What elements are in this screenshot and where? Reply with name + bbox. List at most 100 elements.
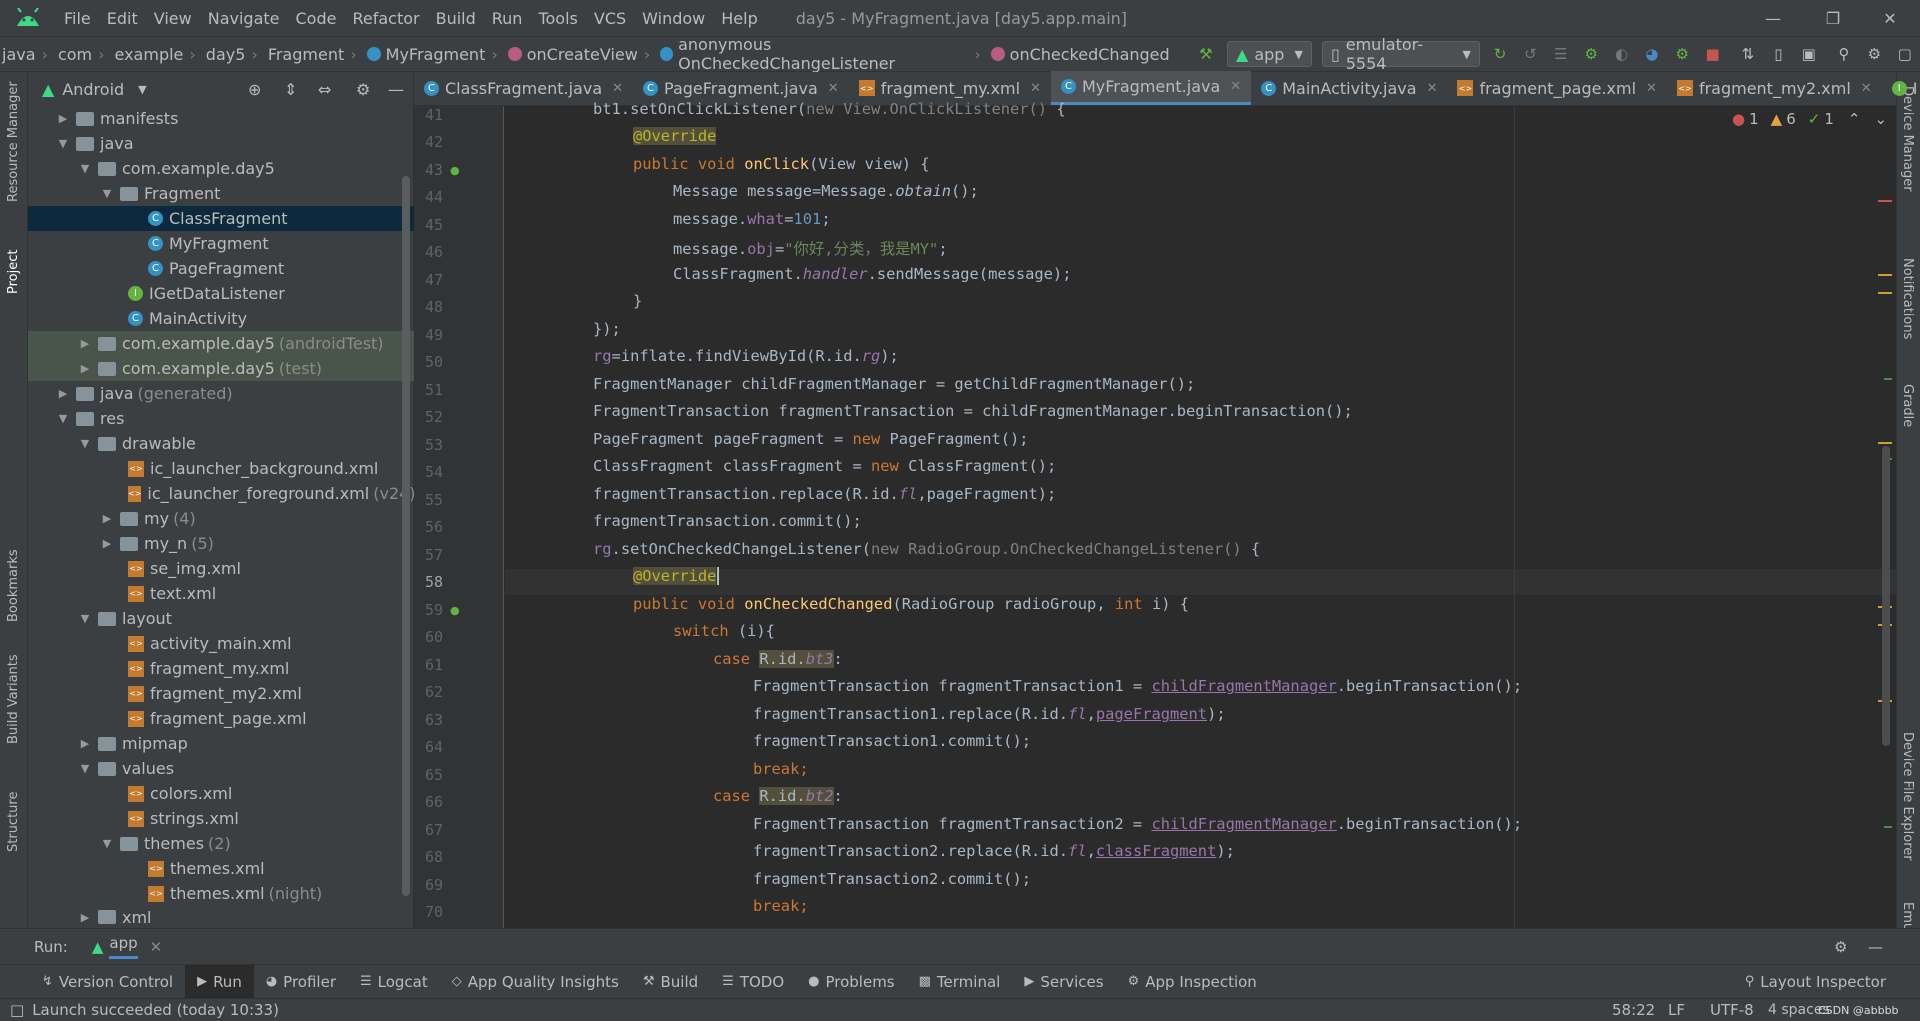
expand-all-icon[interactable]: ⇕ (284, 80, 297, 99)
tree-item-igetdatalistener[interactable]: I IGetDataListener (28, 281, 414, 306)
tree-item-fragment-page[interactable]: <> fragment_page.xml (28, 706, 414, 731)
device-manager-icon[interactable]: ▯ (1768, 43, 1788, 65)
tool-layout-inspector[interactable]: ⚲ Layout Inspector (1733, 965, 1898, 999)
close-icon[interactable]: ✕ (612, 81, 623, 96)
menu-view[interactable]: View (146, 9, 200, 28)
project-view-select[interactable]: Android (62, 80, 124, 99)
gradle-tab[interactable]: Gradle (1900, 384, 1915, 427)
editor-scrollbar-thumb[interactable] (1882, 446, 1890, 746)
close-icon[interactable]: ✕ (1646, 81, 1657, 96)
tool-logcat[interactable]: ☰ Logcat (348, 965, 440, 999)
tab-igetdatalistener[interactable]: II (1882, 71, 1920, 105)
previous-highlight-icon[interactable]: ⌃ (1848, 110, 1861, 128)
tree-item-xml[interactable]: ▶ xml (28, 906, 414, 928)
device-select[interactable]: ▯ emulator-5554 ▼ (1321, 35, 1480, 73)
tree-item-fragment-my2[interactable]: <> fragment_my2.xml (28, 681, 414, 706)
close-icon[interactable]: ✕ (1861, 81, 1872, 96)
chevron-right-icon[interactable]: ▶ (100, 537, 114, 550)
tree-item-my[interactable]: ▶ my (4) (28, 506, 414, 531)
tree-item-res[interactable]: ▼ res (28, 406, 414, 431)
tree-item-drawable[interactable]: ▼ drawable (28, 431, 414, 456)
close-icon[interactable]: ✕ (828, 81, 839, 96)
locate-icon[interactable]: ⊕ (248, 80, 261, 99)
breadcrumb-day5[interactable]: day5 › (204, 45, 266, 64)
tree-item-values[interactable]: ▼ values (28, 756, 414, 781)
tree-item-se-img[interactable]: <> se_img.xml (28, 556, 414, 581)
tool-app-quality-insights[interactable]: ◇ App Quality Insights (440, 965, 631, 999)
breadcrumb-java[interactable]: java › (0, 45, 56, 64)
tree-item-activity-main[interactable]: <> activity_main.xml (28, 631, 414, 656)
chevron-right-icon[interactable]: ▶ (56, 112, 70, 125)
chevron-right-icon[interactable]: ▶ (78, 337, 92, 350)
override-marker-icon[interactable]: ● (450, 164, 460, 177)
tab-fragment-my2-xml[interactable]: <> fragment_my2.xml ✕ (1667, 71, 1882, 105)
breadcrumb-example[interactable]: example › (113, 45, 204, 64)
breadcrumb-fragment[interactable]: Fragment › (266, 45, 365, 64)
tree-item-fragment-folder[interactable]: ▼ Fragment (28, 181, 414, 206)
status-message[interactable]: Launch succeeded (today 10:33) (32, 1001, 279, 1019)
tree-item-text-xml[interactable]: <> text.xml (28, 581, 414, 606)
chevron-down-icon[interactable]: ▼ (78, 762, 92, 775)
sdk-manager-icon[interactable]: ▣ (1799, 43, 1819, 65)
tool-build[interactable]: ⚒ Build (631, 965, 710, 999)
bookmarks-tab[interactable]: Bookmarks (6, 549, 21, 622)
apply-changes-icon[interactable]: ↻ (1490, 43, 1510, 65)
close-icon[interactable]: ✕ (150, 938, 163, 956)
tool-todo[interactable]: ☰ TODO (710, 965, 796, 999)
tree-item-mainactivity[interactable]: C MainActivity (28, 306, 414, 331)
tree-item-themes[interactable]: ▼ themes (2) (28, 831, 414, 856)
hide-icon[interactable]: — (388, 80, 404, 99)
chevron-down-icon[interactable]: ▼ (78, 612, 92, 625)
menu-run[interactable]: Run (484, 9, 531, 28)
build-variants-tab[interactable]: Build Variants (6, 654, 21, 744)
gear-icon[interactable]: ⚙ (1864, 43, 1884, 65)
tool-run[interactable]: ▶ Run (185, 964, 254, 999)
project-scrollbar[interactable] (402, 106, 410, 926)
tab-mainactivity[interactable]: C MainActivity.java ✕ (1251, 71, 1447, 105)
run-config-tab[interactable]: app (109, 934, 138, 959)
menu-code[interactable]: Code (288, 9, 345, 28)
search-icon[interactable]: ⚲ (1834, 43, 1854, 65)
breadcrumb-oncheckedchanged[interactable]: onCheckedChanged (989, 45, 1172, 64)
apply-code-changes-icon[interactable]: ↺ (1520, 43, 1540, 65)
tool-problems[interactable]: ● Problems (796, 965, 906, 999)
chevron-down-icon[interactable]: ▼ (56, 412, 70, 425)
tab-myfragment[interactable]: C MyFragment.java ✕ (1050, 71, 1252, 105)
account-icon[interactable]: ▢ (1895, 43, 1915, 65)
chevron-right-icon[interactable]: ▶ (78, 737, 92, 750)
tree-item-layout[interactable]: ▼ layout (28, 606, 414, 631)
chevron-right-icon[interactable]: ▶ (56, 387, 70, 400)
menu-window[interactable]: Window (634, 9, 713, 28)
menu-tools[interactable]: Tools (530, 9, 585, 28)
tool-profiler[interactable]: ◕ Profiler (254, 965, 348, 999)
tree-item-androidtest[interactable]: ▶ com.example.day5 (androidTest) (28, 331, 414, 356)
breadcrumb-anonymous-listener[interactable]: anonymous OnCheckedChangeListener › (658, 35, 988, 73)
tree-item-myfragment[interactable]: C MyFragment (28, 231, 414, 256)
status-square-icon[interactable]: □ (10, 1001, 24, 1019)
tree-item-classfragment[interactable]: C ClassFragment (28, 206, 414, 231)
chevron-right-icon[interactable]: ▶ (78, 911, 92, 924)
hide-icon[interactable]: — (1868, 938, 1883, 956)
tree-item-java-generated[interactable]: ▶ java (generated) (28, 381, 414, 406)
menu-build[interactable]: Build (428, 9, 484, 28)
tree-item-mipmap[interactable]: ▶ mipmap (28, 731, 414, 756)
breadcrumb-com[interactable]: com › (56, 45, 113, 64)
stop-icon[interactable]: ■ (1702, 43, 1722, 65)
chevron-down-icon[interactable]: ▼ (78, 437, 92, 450)
breadcrumb-myfragment[interactable]: MyFragment › (365, 45, 506, 64)
collapse-all-icon[interactable]: ⇔ (318, 80, 331, 99)
menu-edit[interactable]: Edit (99, 9, 146, 28)
sync-gradle-icon[interactable]: ⇅ (1738, 43, 1758, 65)
menu-vcs[interactable]: VCS (586, 9, 634, 28)
tool-services[interactable]: ▶ Services (1012, 965, 1115, 999)
chevron-down-icon[interactable]: ▼ (100, 837, 114, 850)
tree-item-themes-night[interactable]: <> themes.xml (night) (28, 881, 414, 906)
chevron-right-icon[interactable]: ▶ (100, 512, 114, 525)
error-stripe[interactable] (1876, 106, 1894, 928)
chevron-down-icon[interactable]: ▼ (56, 137, 70, 150)
attach-debugger-icon[interactable]: ⚙ (1672, 43, 1692, 65)
notifications-tab[interactable]: Notifications (1900, 258, 1915, 339)
tool-terminal[interactable]: ▩ Terminal (907, 965, 1013, 999)
tree-item-java[interactable]: ▼ java (28, 131, 414, 156)
line-separator[interactable]: LF (1668, 1001, 1685, 1019)
